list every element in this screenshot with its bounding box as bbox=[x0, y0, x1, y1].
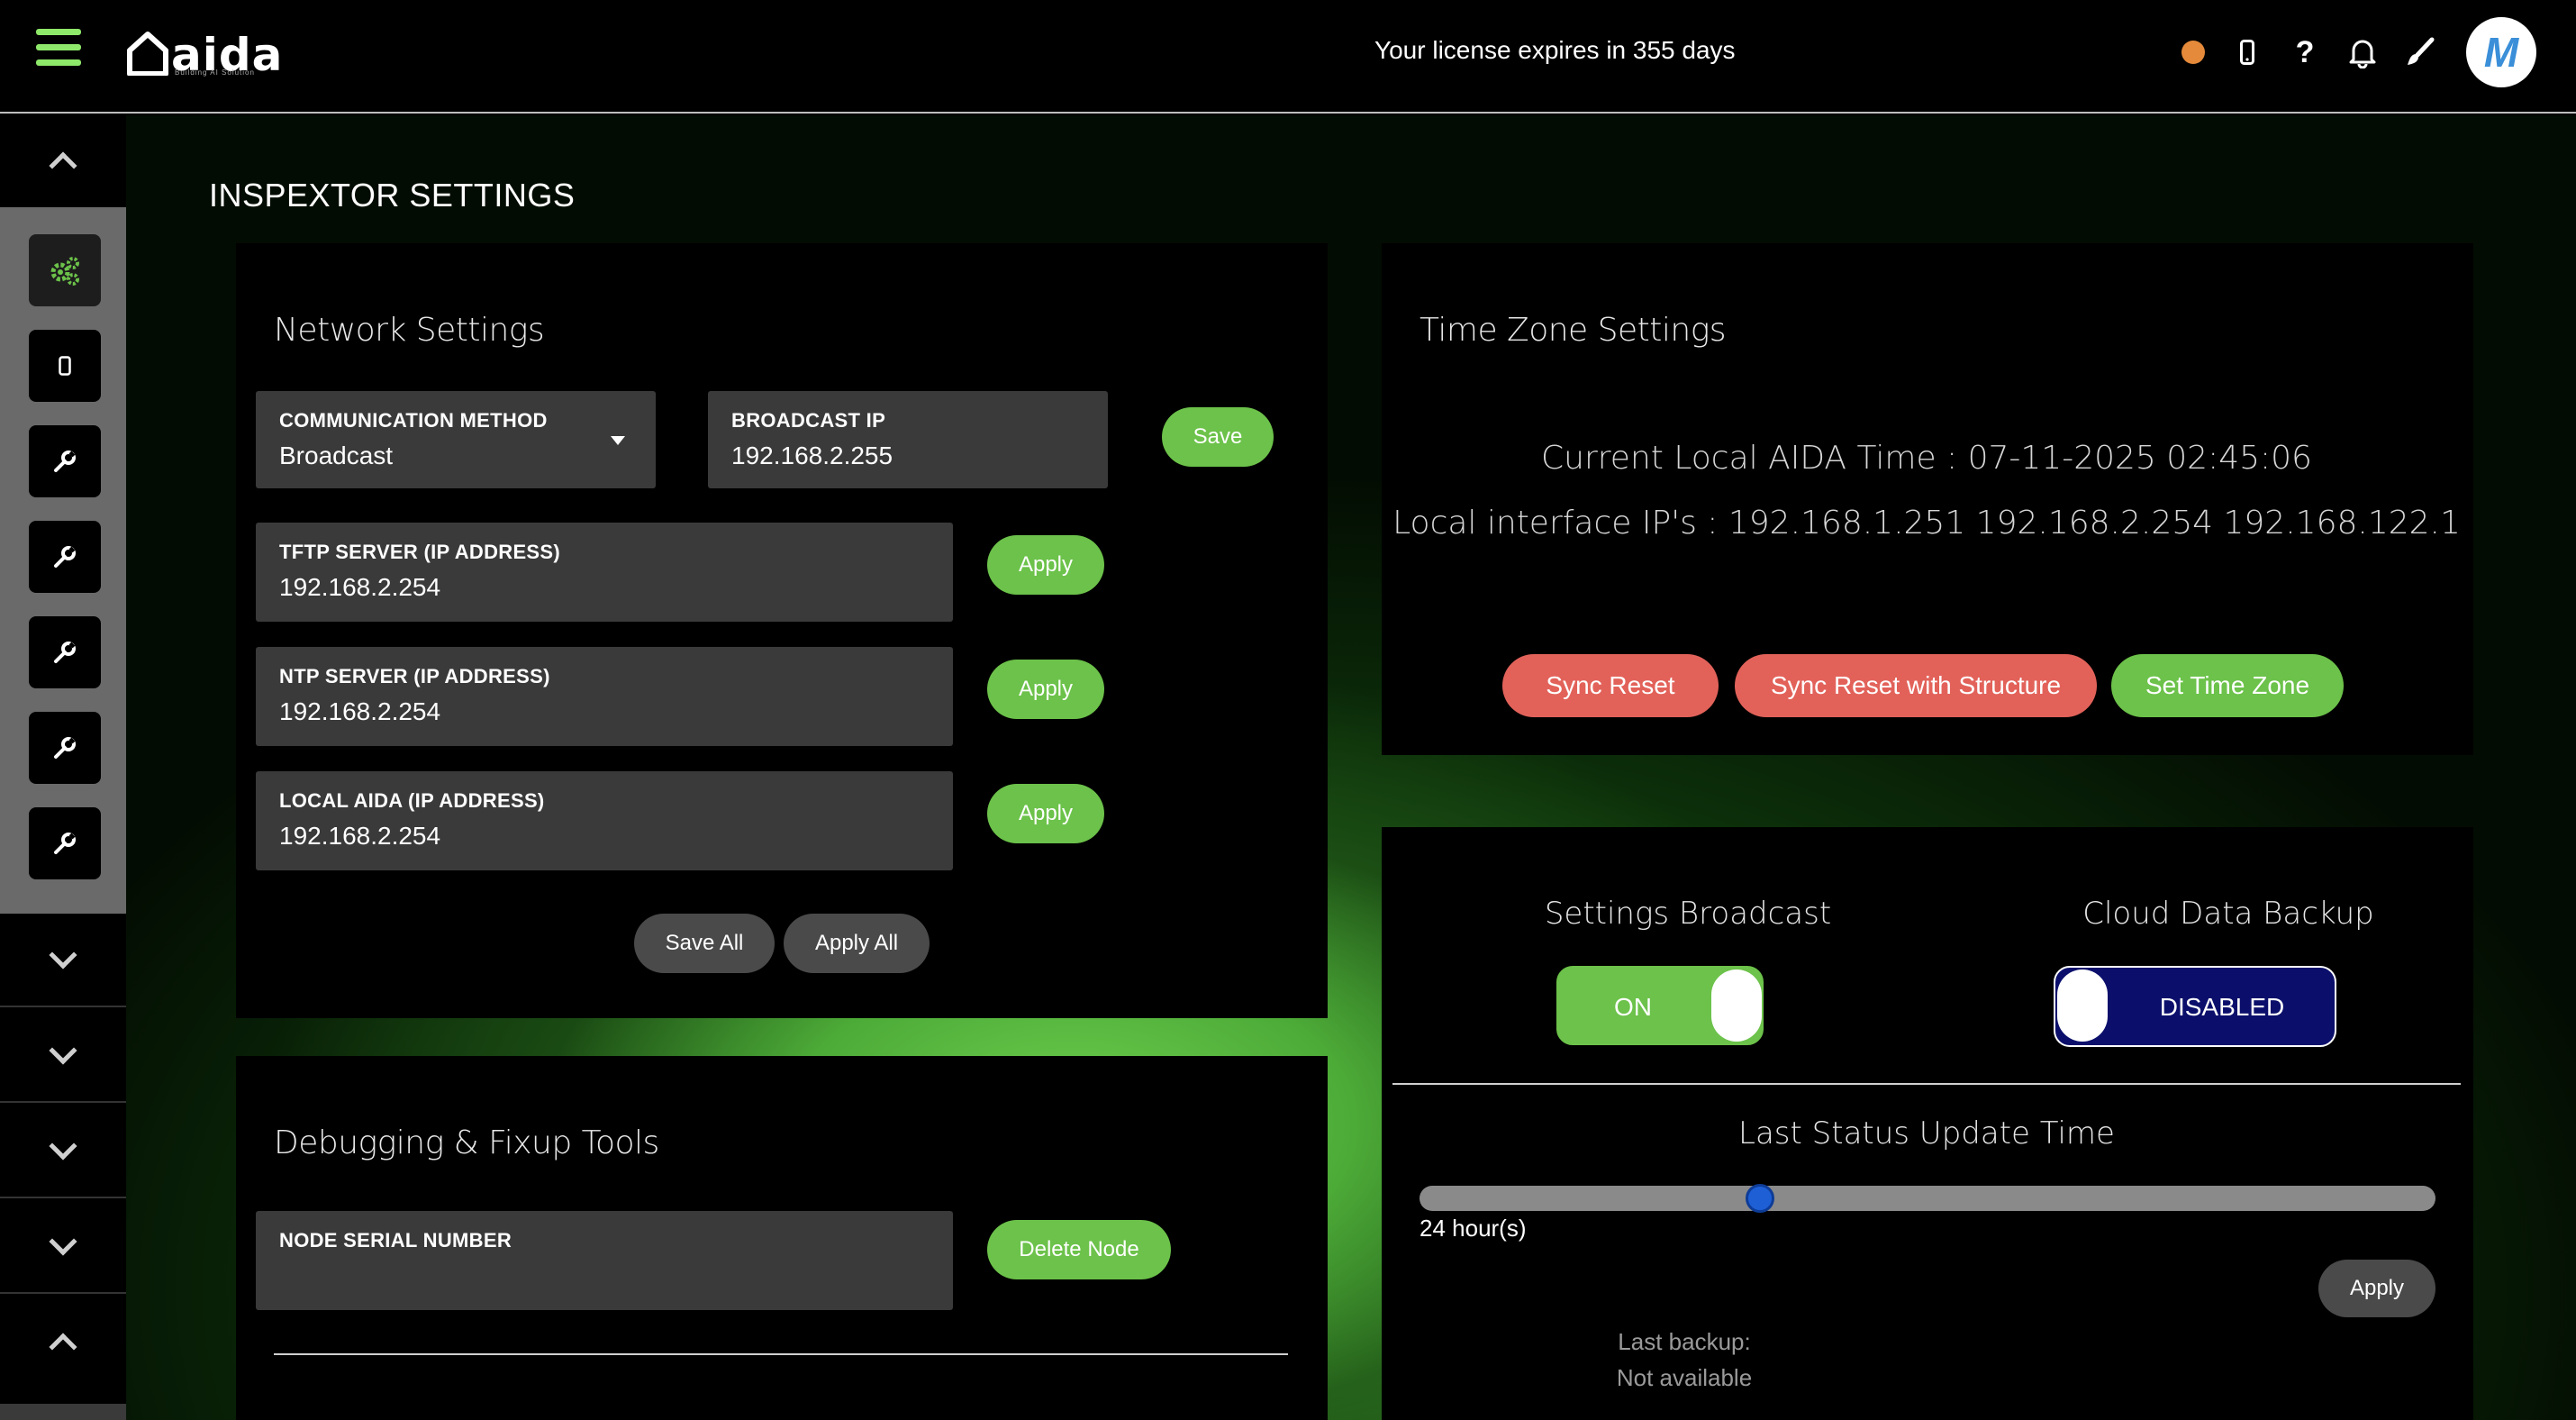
top-bar: aida Building AI Solution Your license e… bbox=[0, 0, 2576, 114]
settings-broadcast-toggle[interactable]: ON bbox=[1556, 966, 1764, 1045]
ntp-server-value: 192.168.2.254 bbox=[279, 697, 441, 725]
caret-down-icon bbox=[611, 436, 625, 445]
communication-method-select[interactable]: COMMUNICATION METHOD Broadcast bbox=[256, 391, 656, 488]
communication-method-label: COMMUNICATION METHOD bbox=[279, 409, 548, 432]
tftp-server-label: TFTP SERVER (IP ADDRESS) bbox=[279, 541, 560, 563]
ntp-apply-button[interactable]: Apply bbox=[987, 660, 1104, 719]
wrench-icon bbox=[54, 642, 76, 663]
slider-thumb[interactable] bbox=[1746, 1184, 1774, 1213]
rail-collapse-bottom[interactable] bbox=[0, 1296, 126, 1389]
ntp-server-label: NTP SERVER (IP ADDRESS) bbox=[279, 665, 550, 687]
apply-all-button[interactable]: Apply All bbox=[784, 914, 930, 973]
rail-tools-group bbox=[0, 207, 126, 914]
chevron-up-icon bbox=[49, 1333, 77, 1361]
rail-tool-button-4[interactable] bbox=[29, 712, 101, 784]
menu-icon[interactable] bbox=[36, 29, 81, 70]
cloud-backup-label: Cloud Data Backup bbox=[2082, 896, 2374, 932]
toggle-knob bbox=[2057, 969, 2108, 1042]
save-button[interactable]: Save bbox=[1162, 407, 1274, 467]
license-status: Your license expires in 355 days bbox=[1374, 36, 1736, 64]
sync-reset-button[interactable]: Sync Reset bbox=[1502, 654, 1719, 717]
tftp-apply-button[interactable]: Apply bbox=[987, 535, 1104, 595]
status-interval-slider[interactable] bbox=[1420, 1184, 2435, 1213]
local-interface-ips: Local interface IP's : 192.168.1.251 192… bbox=[1392, 505, 2461, 542]
rail-expand-1[interactable] bbox=[0, 914, 126, 1007]
header-actions: ? M bbox=[2181, 16, 2536, 88]
delete-node-button[interactable]: Delete Node bbox=[987, 1220, 1171, 1279]
wrench-icon bbox=[54, 546, 76, 568]
mobile-icon bbox=[59, 356, 71, 376]
settings-broadcast-state: ON bbox=[1614, 993, 1652, 1021]
broadcast-backup-card: Settings Broadcast ON Cloud Data Backup … bbox=[1382, 827, 2473, 1420]
house-logo-icon bbox=[127, 32, 168, 76]
help-icon[interactable]: ? bbox=[2290, 34, 2320, 70]
broadcast-ip-label: BROADCAST IP bbox=[731, 409, 886, 432]
wrench-icon bbox=[54, 451, 76, 472]
settings-gears-icon bbox=[50, 257, 79, 286]
settings-broadcast-label: Settings Broadcast bbox=[1544, 896, 1832, 932]
rail-expand-4[interactable] bbox=[0, 1200, 126, 1294]
tftp-server-field[interactable]: TFTP SERVER (IP ADDRESS) 192.168.2.254 bbox=[256, 523, 953, 622]
aida-logo[interactable]: aida Building AI Solution bbox=[126, 31, 283, 77]
last-backup-label: Last backup: bbox=[1618, 1328, 1751, 1355]
debugging-tools-card: Debugging & Fixup Tools NODE SERIAL NUMB… bbox=[236, 1056, 1328, 1420]
debugging-tools-title: Debugging & Fixup Tools bbox=[274, 1124, 659, 1161]
wrench-icon bbox=[54, 833, 76, 854]
time-zone-title: Time Zone Settings bbox=[1420, 312, 1727, 349]
section-divider bbox=[1392, 1083, 2461, 1085]
local-aida-field[interactable]: LOCAL AIDA (IP ADDRESS) 192.168.2.254 bbox=[256, 771, 953, 870]
node-serial-label: NODE SERIAL NUMBER bbox=[279, 1229, 512, 1252]
bell-icon[interactable] bbox=[2347, 34, 2378, 70]
logo-tagline: Building AI Solution bbox=[175, 68, 255, 77]
time-zone-card: Time Zone Settings Current Local AIDA Ti… bbox=[1382, 243, 2473, 755]
last-status-title: Last Status Update Time bbox=[1738, 1115, 2115, 1151]
left-rail bbox=[0, 115, 126, 1420]
status-dot bbox=[2181, 41, 2205, 64]
status-apply-button[interactable]: Apply bbox=[2318, 1260, 2435, 1317]
toggle-knob bbox=[1711, 969, 1762, 1042]
cloud-backup-toggle[interactable]: DISABLED bbox=[2054, 966, 2336, 1047]
tftp-server-value: 192.168.2.254 bbox=[279, 573, 441, 601]
chevron-down-icon bbox=[49, 941, 77, 969]
communication-method-value: Broadcast bbox=[279, 441, 394, 469]
set-time-zone-button[interactable]: Set Time Zone bbox=[2111, 654, 2344, 717]
chevron-down-icon bbox=[49, 1227, 77, 1256]
page-title: INSPEXTOR SETTINGS bbox=[209, 177, 576, 214]
ntp-server-field[interactable]: NTP SERVER (IP ADDRESS) 192.168.2.254 bbox=[256, 647, 953, 746]
local-aida-value: 192.168.2.254 bbox=[279, 822, 441, 850]
rail-expand-3[interactable] bbox=[0, 1105, 126, 1198]
local-aida-label: LOCAL AIDA (IP ADDRESS) bbox=[279, 789, 545, 812]
chevron-up-icon bbox=[49, 151, 77, 180]
rail-tool-button-1[interactable] bbox=[29, 425, 101, 497]
local-aida-apply-button[interactable]: Apply bbox=[987, 784, 1104, 843]
network-settings-card: Network Settings COMMUNICATION METHOD Br… bbox=[236, 243, 1328, 1018]
slider-value-text: 24 hour(s) bbox=[1420, 1215, 1527, 1242]
brush-icon[interactable] bbox=[2405, 34, 2435, 70]
network-settings-title: Network Settings bbox=[274, 312, 545, 349]
rail-expand-2[interactable] bbox=[0, 1009, 126, 1103]
rail-bottom-strip bbox=[0, 1404, 126, 1420]
avatar[interactable]: M bbox=[2466, 17, 2536, 87]
debug-divider bbox=[274, 1353, 1288, 1355]
avatar-letter: M bbox=[2483, 29, 2519, 76]
save-all-button[interactable]: Save All bbox=[634, 914, 775, 973]
rail-settings-button[interactable] bbox=[29, 234, 101, 306]
broadcast-ip-field[interactable]: BROADCAST IP 192.168.2.255 bbox=[708, 391, 1108, 488]
chevron-down-icon bbox=[49, 1132, 77, 1161]
last-backup-value: Not available bbox=[1616, 1364, 1753, 1391]
rail-tool-button-2[interactable] bbox=[29, 521, 101, 593]
current-local-time: Current Local AIDA Time : 07-11-2025 02:… bbox=[1541, 440, 2312, 477]
rail-mobile-button[interactable] bbox=[29, 330, 101, 402]
chevron-down-icon bbox=[49, 1036, 77, 1065]
rail-tool-button-5[interactable] bbox=[29, 807, 101, 879]
rail-tool-button-3[interactable] bbox=[29, 616, 101, 688]
cloud-backup-state: DISABLED bbox=[2159, 993, 2285, 1021]
broadcast-ip-value: 192.168.2.255 bbox=[731, 441, 893, 469]
sync-reset-structure-button[interactable]: Sync Reset with Structure bbox=[1735, 654, 2097, 717]
rail-collapse-top[interactable] bbox=[0, 115, 126, 209]
mobile-icon[interactable] bbox=[2232, 34, 2263, 70]
node-serial-field[interactable]: NODE SERIAL NUMBER bbox=[256, 1211, 953, 1310]
wrench-icon bbox=[54, 737, 76, 759]
